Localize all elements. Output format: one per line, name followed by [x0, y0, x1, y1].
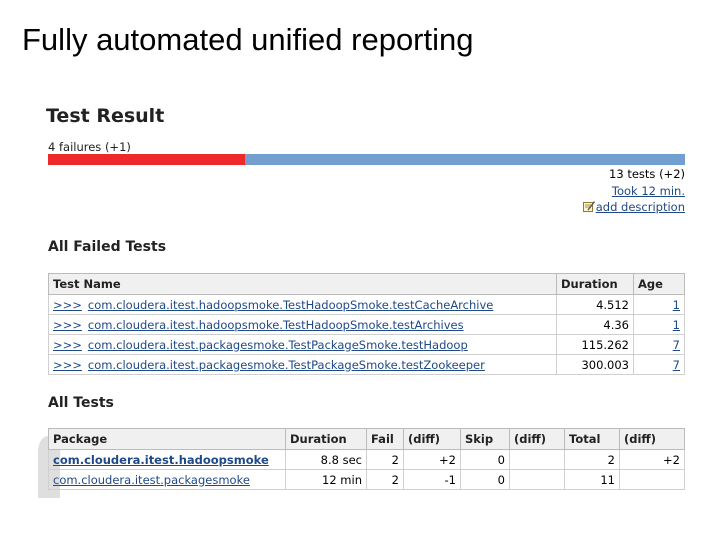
skip-diff-cell: [509, 449, 565, 470]
all-tests-heading: All Tests: [48, 395, 114, 411]
table-row: com.cloudera.itest.packagesmoke 12 min 2…: [48, 469, 685, 490]
column-duration[interactable]: Duration: [285, 428, 367, 450]
test-result-panel: Test Result 4 failures (+1) 13 tests (+2…: [38, 100, 688, 500]
took-link[interactable]: Took 12 min.: [612, 184, 685, 198]
tests-total: 13 tests (+2): [609, 167, 685, 181]
column-total-diff[interactable]: (diff): [619, 428, 685, 450]
column-package[interactable]: Package: [48, 428, 286, 450]
table-row: >>> com.cloudera.itest.hadoopsmoke.TestHa…: [48, 294, 685, 315]
failures-summary: 4 failures (+1): [48, 140, 131, 154]
expand-arrow-link[interactable]: >>>: [53, 338, 82, 352]
all-tests-table: Package Duration Fail (diff) Skip (diff)…: [48, 428, 685, 490]
fail-diff-cell: -1: [403, 469, 461, 490]
skip-diff-cell: [509, 469, 565, 490]
column-fail[interactable]: Fail: [366, 428, 404, 450]
failed-tests-table: Test Name Duration Age >>> com.cloudera.i…: [48, 273, 685, 375]
table-header-row: Test Name Duration Age: [48, 273, 685, 295]
test-name-link[interactable]: com.cloudera.itest.packagesmoke.TestPack…: [88, 338, 468, 352]
add-description-link[interactable]: add description: [596, 200, 685, 214]
duration-cell: 4.512: [556, 294, 634, 315]
test-progress-bar: [48, 154, 685, 165]
failure-bar-fill: [48, 154, 246, 165]
test-name-link[interactable]: com.cloudera.itest.hadoopsmoke.TestHadoo…: [88, 298, 493, 312]
package-link[interactable]: com.cloudera.itest.hadoopsmoke: [53, 453, 269, 467]
test-result-heading: Test Result: [46, 105, 165, 127]
all-failed-tests-heading: All Failed Tests: [48, 239, 167, 255]
total-diff-cell: [619, 469, 685, 490]
duration-cell: 300.003: [556, 354, 634, 375]
edit-note-icon[interactable]: [582, 201, 595, 212]
test-name-link[interactable]: com.cloudera.itest.hadoopsmoke.TestHadoo…: [88, 318, 464, 332]
column-skip[interactable]: Skip: [460, 428, 510, 450]
package-link[interactable]: com.cloudera.itest.packagesmoke: [53, 473, 250, 487]
table-row: >>> com.cloudera.itest.packagesmoke.TestP…: [48, 334, 685, 355]
age-link[interactable]: 7: [673, 338, 680, 352]
duration-cell: 4.36: [556, 314, 634, 335]
duration-cell: 115.262: [556, 334, 634, 355]
slide-title: Fully automated unified reporting: [22, 22, 474, 57]
age-link[interactable]: 1: [673, 318, 680, 332]
column-total[interactable]: Total: [564, 428, 620, 450]
duration-cell: 12 min: [285, 469, 367, 490]
skip-cell: 0: [460, 449, 510, 470]
column-test-name[interactable]: Test Name: [48, 273, 557, 295]
total-cell: 11: [564, 469, 620, 490]
fail-diff-cell: +2: [403, 449, 461, 470]
duration-cell: 8.8 sec: [285, 449, 367, 470]
column-duration[interactable]: Duration: [556, 273, 634, 295]
table-row: >>> com.cloudera.itest.hadoopsmoke.TestHa…: [48, 314, 685, 335]
skip-cell: 0: [460, 469, 510, 490]
table-row: com.cloudera.itest.hadoopsmoke 8.8 sec 2…: [48, 449, 685, 470]
expand-arrow-link[interactable]: >>>: [53, 298, 82, 312]
expand-arrow-link[interactable]: >>>: [53, 318, 82, 332]
total-cell: 2: [564, 449, 620, 470]
test-name-link[interactable]: com.cloudera.itest.packagesmoke.TestPack…: [88, 358, 485, 372]
column-age[interactable]: Age: [633, 273, 685, 295]
column-skip-diff[interactable]: (diff): [509, 428, 565, 450]
table-header-row: Package Duration Fail (diff) Skip (diff)…: [48, 428, 685, 450]
age-link[interactable]: 1: [673, 298, 680, 312]
column-fail-diff[interactable]: (diff): [403, 428, 461, 450]
table-row: >>> com.cloudera.itest.packagesmoke.TestP…: [48, 354, 685, 375]
expand-arrow-link[interactable]: >>>: [53, 358, 82, 372]
fail-cell: 2: [366, 469, 404, 490]
total-diff-cell: +2: [619, 449, 685, 470]
add-description-row[interactable]: add description: [582, 200, 685, 214]
fail-cell: 2: [366, 449, 404, 470]
age-link[interactable]: 7: [673, 358, 680, 372]
